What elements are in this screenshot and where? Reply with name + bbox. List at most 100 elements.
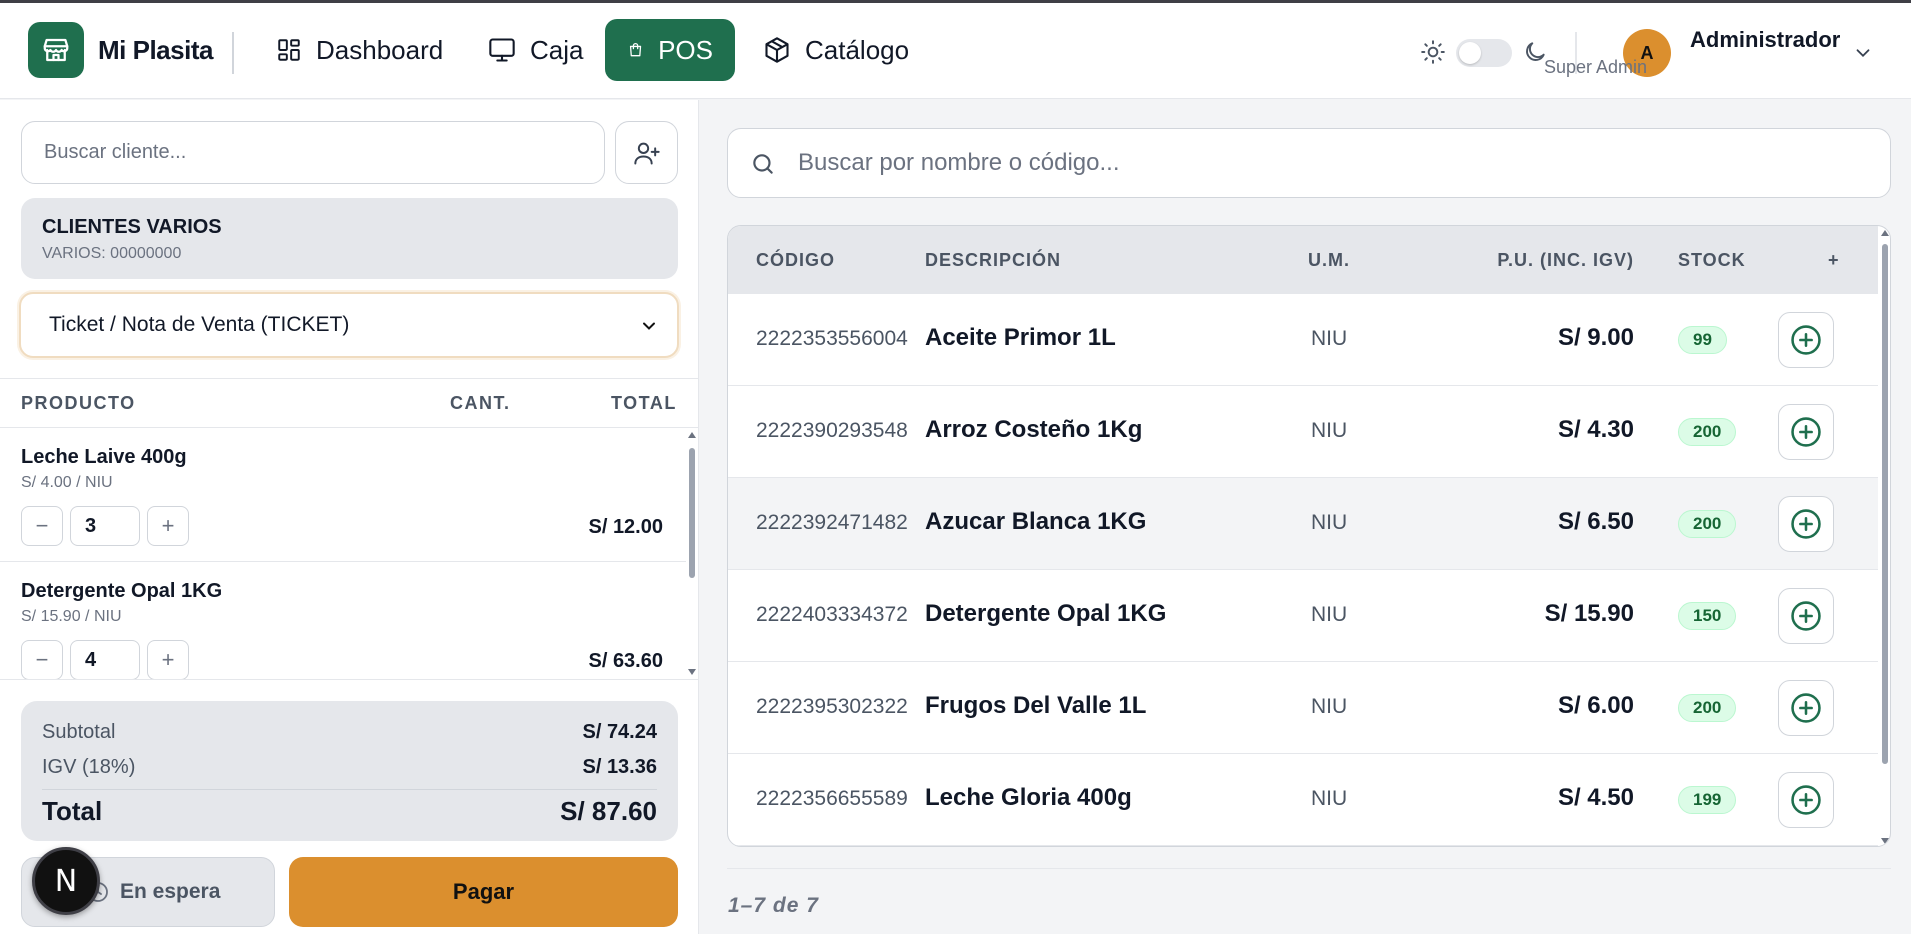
nav-catalogo[interactable]: Catálogo: [741, 19, 931, 81]
plus-circle-icon: [1791, 601, 1821, 631]
selected-client-card[interactable]: CLIENTES VARIOS VARIOS: 00000000: [21, 198, 678, 279]
product-description: Detergente Opal 1KG: [925, 600, 1167, 627]
product-search-input[interactable]: [798, 129, 1878, 197]
product-unit: NIU: [1311, 787, 1348, 810]
column-stock[interactable]: STOCK: [1678, 250, 1746, 271]
table-row[interactable]: 2222395302322 Frugos Del Valle 1L NIU S/…: [728, 662, 1878, 754]
package-icon: [765, 37, 789, 63]
user-name[interactable]: Administrador: [1690, 27, 1840, 53]
subtotal-value: S/ 74.24: [582, 721, 657, 743]
minus-icon: −: [35, 513, 49, 538]
product-unit: NIU: [1311, 695, 1348, 718]
column-description[interactable]: DESCRIPCIÓN: [925, 250, 1061, 271]
store-icon: [43, 38, 69, 62]
product-price: S/ 6.00: [1557, 692, 1634, 719]
scroll-down-arrow[interactable]: [1881, 838, 1889, 844]
column-add: +: [1828, 250, 1840, 270]
brand-name[interactable]: Mi Plasita: [98, 35, 213, 66]
table-scrollbar[interactable]: [1878, 226, 1890, 846]
add-to-cart-button[interactable]: [1778, 496, 1834, 552]
product-code: 2222395302322: [756, 695, 908, 718]
decrease-qty-button[interactable]: −: [21, 506, 63, 546]
cart-item-unit-price: S/ 4.00 / NIU: [21, 474, 113, 491]
product-description: Frugos Del Valle 1L: [925, 692, 1147, 719]
product-description: Azucar Blanca 1KG: [925, 508, 1147, 535]
add-to-cart-button[interactable]: [1778, 680, 1834, 736]
search-icon: [753, 154, 773, 174]
cart-item-name: Leche Laive 400g: [21, 446, 187, 468]
user-plus-icon: [633, 142, 660, 164]
product-code: 2222356655589: [756, 787, 908, 810]
table-row[interactable]: 2222390293548 Arroz Costeño 1Kg NIU S/ 4…: [728, 386, 1878, 478]
cart-panel: CLIENTES VARIOS VARIOS: 00000000 Ticket …: [0, 100, 699, 934]
plus-circle-icon: [1791, 325, 1821, 355]
scroll-up-arrow[interactable]: [1881, 230, 1889, 236]
theme-toggle[interactable]: [1456, 39, 1512, 67]
product-unit: NIU: [1311, 327, 1348, 350]
product-price: S/ 15.90: [1544, 600, 1634, 627]
stock-badge: 199: [1678, 786, 1737, 814]
plus-circle-icon: [1791, 417, 1821, 447]
store-logo[interactable]: [28, 22, 84, 78]
column-unit[interactable]: U.M.: [1308, 250, 1350, 271]
nav-catalogo-label: Catálogo: [805, 34, 910, 65]
layout-grid-icon: [278, 39, 300, 61]
chevron-down-icon[interactable]: [1852, 42, 1874, 64]
scroll-up-arrow[interactable]: [688, 432, 696, 438]
cart-header-product: PRODUCTO: [21, 393, 136, 413]
nav-caja[interactable]: Caja: [466, 19, 605, 81]
product-price: S/ 4.30: [1557, 416, 1634, 443]
quantity-input[interactable]: 4: [70, 640, 140, 679]
dev-tools-badge[interactable]: N: [32, 847, 100, 915]
column-code[interactable]: CÓDIGO: [756, 250, 835, 271]
cart-scroll-thumb[interactable]: [689, 448, 695, 578]
add-to-cart-button[interactable]: [1778, 772, 1834, 828]
chevron-down-icon: [643, 322, 655, 330]
client-document: VARIOS: 00000000: [42, 245, 182, 262]
table-row[interactable]: 2222353556004 Aceite Primor 1L NIU S/ 9.…: [728, 294, 1878, 386]
column-price[interactable]: P.U. (INC. IGV): [1497, 250, 1634, 271]
add-to-cart-button[interactable]: [1778, 404, 1834, 460]
cart-item-total: S/ 63.60: [588, 650, 663, 672]
nav-dashboard[interactable]: Dashboard: [254, 19, 465, 81]
pay-button[interactable]: Pagar: [289, 857, 678, 927]
add-to-cart-button[interactable]: [1778, 312, 1834, 368]
cart-item-unit-price: S/ 15.90 / NIU: [21, 608, 122, 625]
total-row: Total S/ 87.60: [42, 789, 657, 827]
add-to-cart-button[interactable]: [1778, 588, 1834, 644]
product-code: 2222353556004: [756, 327, 908, 350]
add-client-button[interactable]: [615, 121, 678, 184]
table-row[interactable]: 2222403334372 Detergente Opal 1KG NIU S/…: [728, 570, 1878, 662]
product-price: S/ 4.50: [1557, 784, 1634, 811]
client-search-input[interactable]: [21, 121, 605, 184]
monitor-icon: [489, 38, 515, 62]
table-scroll-thumb[interactable]: [1882, 244, 1888, 764]
scroll-down-arrow[interactable]: [688, 669, 696, 675]
pagination-divider: [727, 868, 1891, 869]
quantity-input[interactable]: 3: [70, 506, 140, 546]
cart-item: Detergente Opal 1KG S/ 15.90 / NIU − 4 +…: [0, 562, 686, 679]
hold-sale-label: En espera: [120, 880, 221, 903]
product-price: S/ 6.50: [1557, 508, 1634, 535]
document-type-select[interactable]: Ticket / Nota de Venta (TICKET): [19, 292, 679, 358]
increase-qty-button[interactable]: +: [147, 506, 189, 546]
brand-divider: [232, 32, 234, 74]
cart-header-qty: CANT.: [450, 393, 511, 413]
cart-scrollbar[interactable]: [686, 428, 699, 679]
product-search[interactable]: [727, 128, 1891, 198]
plus-circle-icon: [1791, 785, 1821, 815]
stock-badge: 200: [1678, 510, 1737, 538]
table-row[interactable]: 2222392471482 Azucar Blanca 1KG NIU S/ 6…: [728, 478, 1878, 570]
pay-button-label: Pagar: [452, 879, 515, 904]
igv-row: IGV (18%) S/ 13.36: [42, 750, 657, 785]
top-navbar: Mi Plasita Dashboard Caja POS Catálogo A…: [0, 3, 1911, 99]
table-row[interactable]: 2222356655589 Leche Gloria 400g NIU S/ 4…: [728, 754, 1878, 846]
cart-list: Leche Laive 400g S/ 4.00 / NIU − 3 + S/ …: [0, 428, 699, 679]
increase-qty-button[interactable]: +: [147, 640, 189, 679]
stock-badge: 150: [1678, 602, 1737, 630]
totals-summary: Subtotal S/ 74.24 IGV (18%) S/ 13.36 Tot…: [21, 701, 678, 841]
igv-label: IGV (18%): [42, 756, 136, 778]
decrease-qty-button[interactable]: −: [21, 640, 63, 679]
nav-pos[interactable]: POS: [605, 19, 735, 81]
product-unit: NIU: [1311, 419, 1348, 442]
